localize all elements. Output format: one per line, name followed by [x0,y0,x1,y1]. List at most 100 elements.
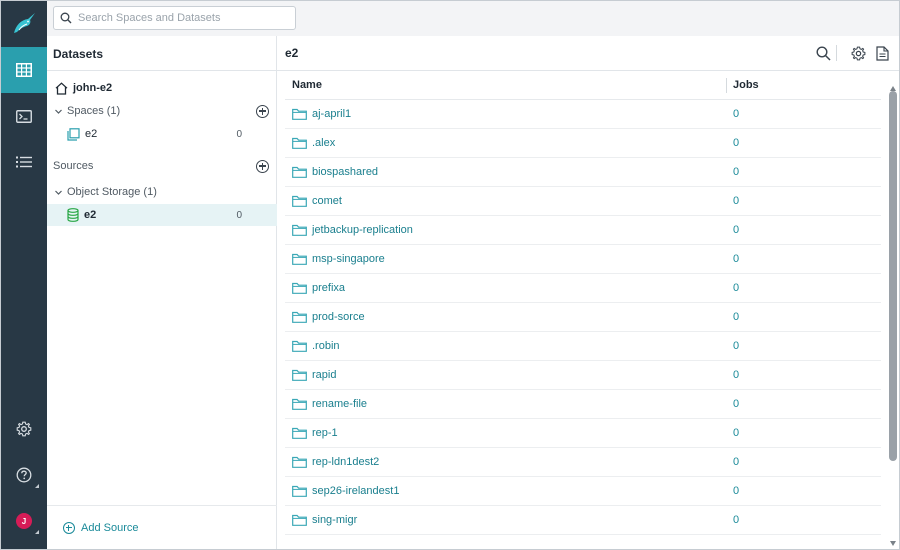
dataset-folder-link[interactable]: sing-migr [312,514,357,526]
nav-help-button[interactable] [1,452,47,498]
chevron-down-icon [55,190,62,195]
table-row[interactable]: comet 0 [285,187,881,216]
jobs-count-link[interactable]: 0 [733,369,739,381]
search-input[interactable] [78,12,278,24]
column-resize-handle[interactable] [726,78,727,93]
page-title: e2 [285,46,299,60]
nav-datasets-button[interactable] [1,47,47,93]
object-storage-section-header[interactable]: Object Storage (1) [47,181,277,203]
jobs-count-link[interactable]: 0 [733,195,739,207]
spaces-section-label: Spaces (1) [67,105,121,117]
dataset-folder-link[interactable]: .robin [312,340,340,352]
jobs-count-link[interactable]: 0 [733,456,739,468]
chevron-down-icon [55,109,62,114]
folder-icon [292,108,307,120]
dataset-folder-link[interactable]: msp-singapore [312,253,385,265]
dataset-folder-link[interactable]: rep-ldn1dest2 [312,456,379,468]
jobs-count-link[interactable]: 0 [733,427,739,439]
scroll-thumb[interactable] [889,91,897,461]
jobs-count-link[interactable]: 0 [733,398,739,410]
table-row[interactable]: prod-sorce 0 [285,303,881,332]
jobs-count-link[interactable]: 0 [733,514,739,526]
folder-icon [292,369,307,381]
add-source-plus-button[interactable] [256,159,269,173]
jobs-count-link[interactable]: 0 [733,311,739,323]
search-icon [815,45,831,61]
datasets-panel: Datasets john-e2 Spaces (1) e2 0 Sources [47,36,277,549]
column-header-jobs[interactable]: Jobs [733,79,759,91]
sources-section-header: Sources [47,155,277,177]
jobs-count-link[interactable]: 0 [733,340,739,352]
jobs-count-link[interactable]: 0 [733,253,739,265]
table-row[interactable]: rename-file 0 [285,390,881,419]
dataset-folder-link[interactable]: rename-file [312,398,367,410]
source-settings-button[interactable] [849,44,867,62]
table-row[interactable]: msp-singapore 0 [285,245,881,274]
dataset-folder-link[interactable]: prod-sorce [312,311,365,323]
table-row[interactable]: jetbackup-replication 0 [285,216,881,245]
folder-icon [292,340,307,352]
narwhal-logo-icon [14,13,35,33]
app-window: J Datasets john-e2 Spaces (1) [0,0,900,550]
dataset-folder-link[interactable]: sep26-irelandest1 [312,485,399,497]
nav-jobs-button[interactable] [1,139,47,185]
table-row[interactable]: rep-1 0 [285,419,881,448]
table-row[interactable]: .alex 0 [285,129,881,158]
space-icon [67,127,80,141]
add-source-button[interactable]: Add Source [63,522,138,534]
table-row[interactable]: rep-ldn1dest2 0 [285,448,881,477]
home-space-item[interactable]: john-e2 [47,77,277,99]
dataset-folder-link[interactable]: rapid [312,369,336,381]
jobs-count-link[interactable]: 0 [733,282,739,294]
vertical-scrollbar[interactable] [889,86,897,546]
space-item-e2[interactable]: e2 0 [47,123,277,145]
nav-sql-runner-button[interactable] [1,93,47,139]
table-row[interactable]: aj-april1 0 [285,100,881,129]
top-bar [47,1,899,36]
table-row[interactable]: sing-migr 0 [285,506,881,535]
nav-account-button[interactable]: J [1,498,47,544]
folder-icon [292,456,307,468]
add-space-button[interactable] [256,104,269,118]
jobs-count-link[interactable]: 0 [733,137,739,149]
source-item-e2[interactable]: e2 0 [47,204,277,226]
dataset-folder-link[interactable]: jetbackup-replication [312,224,413,236]
dataset-folder-link[interactable]: comet [312,195,342,207]
jobs-count-link[interactable]: 0 [733,108,739,120]
dataset-folder-link[interactable]: aj-april1 [312,108,351,120]
list-icon [16,156,32,168]
dataset-folder-link[interactable]: prefixa [312,282,345,294]
folder-icon [292,282,307,294]
app-logo[interactable] [1,1,47,47]
jobs-count-link[interactable]: 0 [733,485,739,497]
plus-circle-icon [63,522,75,534]
table-row[interactable]: prefixa 0 [285,274,881,303]
column-header-name[interactable]: Name [292,79,322,91]
document-icon [875,45,889,61]
spaces-section-header[interactable]: Spaces (1) [47,100,277,122]
table-row[interactable]: rapid 0 [285,361,881,390]
table-row[interactable]: sep26-irelandest1 0 [285,477,881,506]
nav-settings-button[interactable] [1,406,47,452]
sources-section-label: Sources [53,160,94,172]
menu-indicator-icon [35,484,39,488]
search-datasets-button[interactable] [814,44,832,62]
panel-title: Datasets [53,47,104,61]
dataset-folder-link[interactable]: .alex [312,137,335,149]
scroll-down-arrow-icon[interactable] [890,541,896,546]
table-row[interactable]: .robin 0 [285,332,881,361]
jobs-count-link[interactable]: 0 [733,166,739,178]
jobs-count-link[interactable]: 0 [733,224,739,236]
table-row[interactable]: biospashared 0 [285,158,881,187]
dataset-folder-link[interactable]: biospashared [312,166,378,178]
dataset-folder-link[interactable]: rep-1 [312,427,338,439]
database-icon [67,208,79,222]
divider [836,45,837,61]
grid-icon [16,63,32,77]
menu-indicator-icon [35,530,39,534]
search-box[interactable] [53,6,296,30]
source-info-button[interactable] [873,44,891,62]
space-item-label: e2 [85,128,98,140]
gear-icon [16,421,32,437]
home-icon [55,81,68,95]
